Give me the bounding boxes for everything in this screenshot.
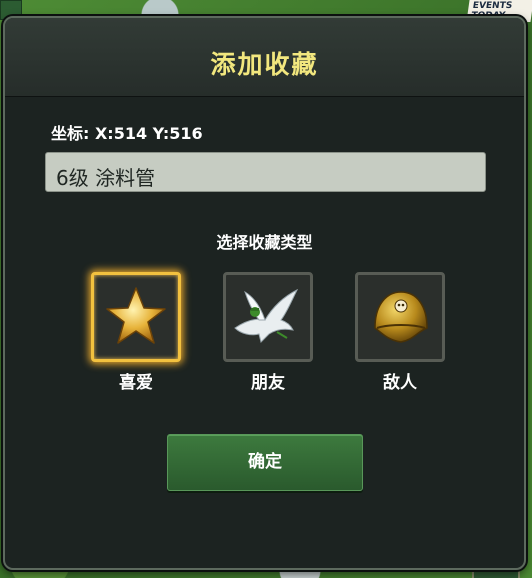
- bookmark-type-favorite[interactable]: [91, 272, 181, 362]
- dialog-header: 添加收藏: [5, 18, 524, 97]
- star-icon: [106, 287, 166, 344]
- coordinates-label: 坐标: X:514 Y:516: [51, 124, 203, 143]
- bookmark-type-enemy-label: 敌人: [383, 373, 417, 393]
- bookmark-type-favorite-label: 喜爱: [119, 373, 153, 393]
- bookmark-type-enemy[interactable]: [355, 272, 445, 362]
- confirm-button[interactable]: 确定: [167, 434, 363, 491]
- add-bookmark-dialog: 添加收藏 坐标: X:514 Y:516 选择收藏类型 喜爱 朋友: [3, 16, 526, 570]
- bookmark-name-input[interactable]: [45, 152, 486, 192]
- bookmark-type-friend[interactable]: [223, 272, 313, 362]
- events-label: EVENTS: [472, 1, 513, 11]
- bookmark-type-label: 选择收藏类型: [216, 233, 313, 252]
- helmet-icon: [374, 291, 428, 343]
- dove-icon: [234, 288, 299, 343]
- dialog-title: 添加收藏: [210, 50, 319, 79]
- bookmark-type-friend-label: 朋友: [251, 373, 285, 393]
